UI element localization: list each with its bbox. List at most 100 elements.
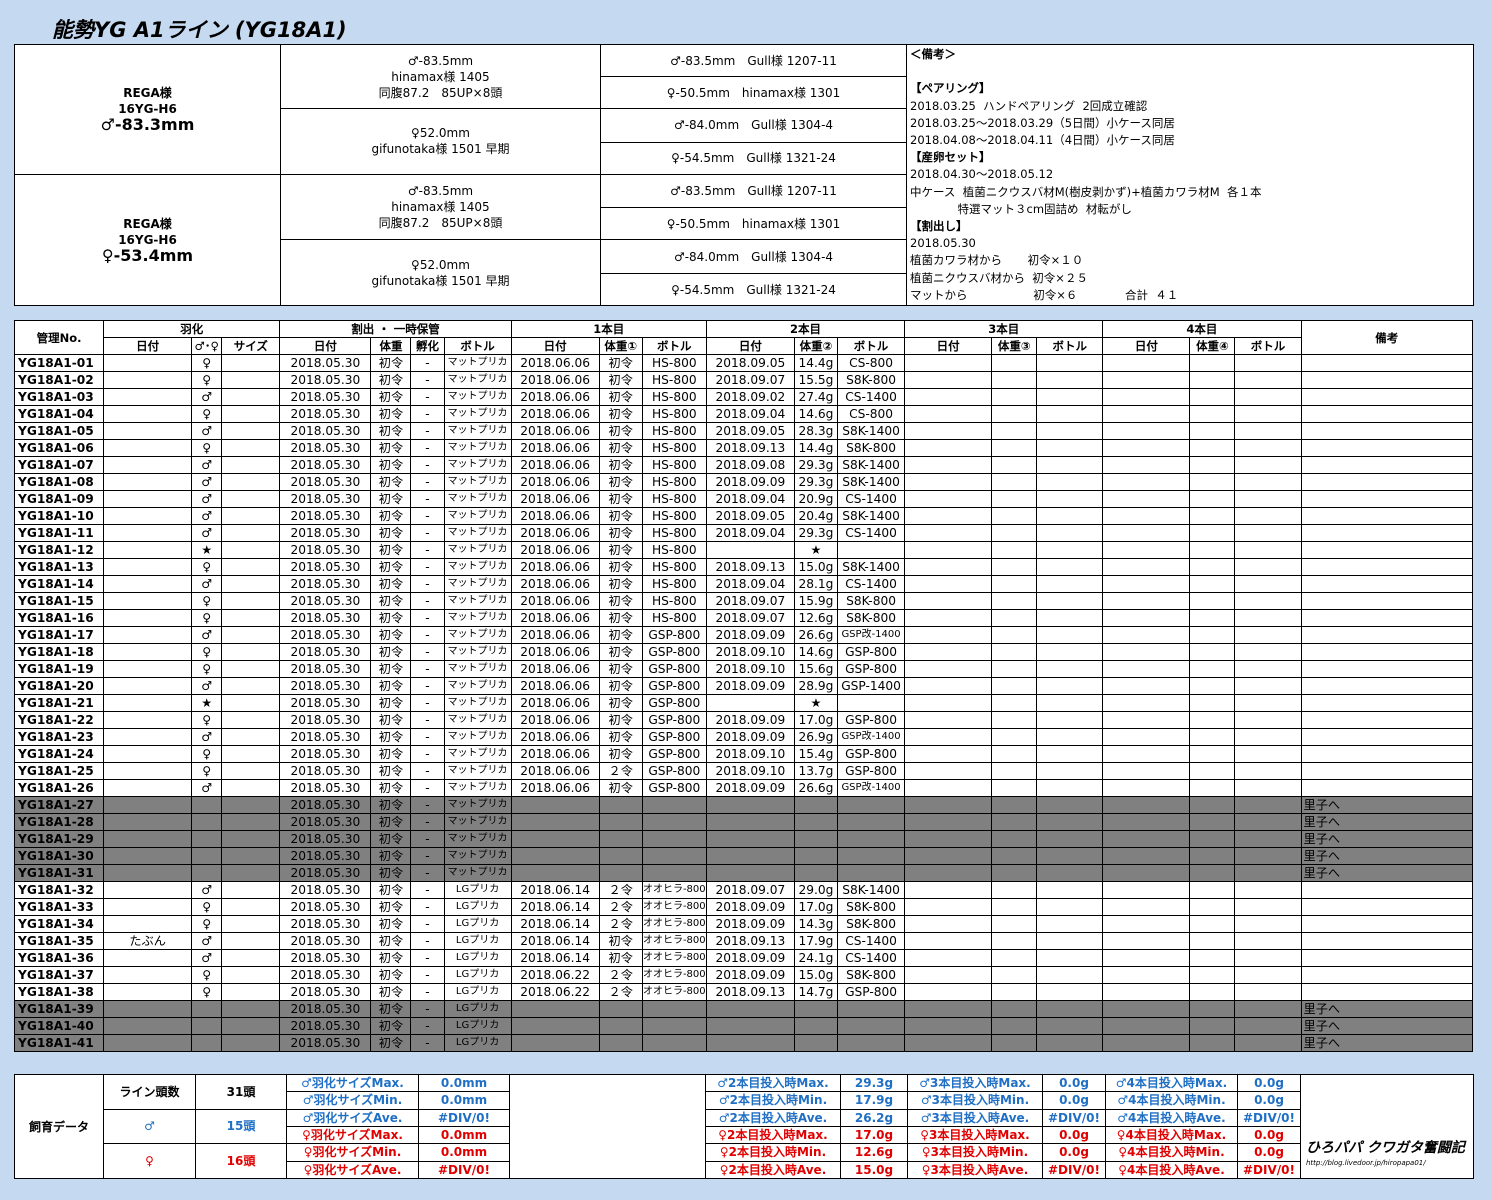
split-weight: 初令 <box>370 983 412 1001</box>
bottle2-weight: 20.9g <box>793 490 839 508</box>
empty-cell <box>991 660 1038 678</box>
row-id: YG18A1-38 <box>13 983 105 1001</box>
emergence-size <box>221 745 281 763</box>
stat-value: #DIV/0! <box>418 1160 510 1180</box>
bottle1-type: オオヒラ-800 <box>641 898 707 916</box>
bottle1-date <box>510 847 600 865</box>
bottle1-weight: ２令 <box>598 898 643 916</box>
empty-cell <box>1189 728 1236 746</box>
split-date: 2018.05.30 <box>279 966 372 984</box>
empty-cell <box>1189 762 1236 780</box>
bottle2-date: 2018.09.04 <box>705 405 795 423</box>
bottle2-weight: 17.0g <box>793 711 839 729</box>
split-weight: 初令 <box>370 762 412 780</box>
emergence-date <box>103 388 193 406</box>
bottle2-weight: 14.6g <box>793 405 839 423</box>
table-row: YG18A1-04 ♀ 2018.05.30 初令 - マットプリカ 2018.06.06 初… <box>13 405 1474 423</box>
sex: ♂ <box>191 677 223 695</box>
bottle1-date: 2018.06.06 <box>510 575 600 593</box>
row-remark <box>1300 541 1474 559</box>
bottle2-type: GSP-800 <box>836 660 906 678</box>
split-date: 2018.05.30 <box>279 456 372 474</box>
empty-cell <box>904 847 993 865</box>
row-remark <box>1300 677 1474 695</box>
sex: ♂ <box>191 507 223 525</box>
row-remark <box>1300 932 1474 950</box>
emergence-size <box>221 762 281 780</box>
stat-value: 29.3g <box>840 1073 908 1093</box>
row-id: YG18A1-40 <box>13 1017 105 1035</box>
split-bottle: マットプリカ <box>443 541 512 559</box>
split-bottle: マットプリカ <box>443 405 512 423</box>
parent-size: ♀-53.4mm <box>101 245 194 265</box>
note-line: 2018.03.25 ハンドペアリング 2回成立確認 <box>910 98 1148 113</box>
empty-cell <box>1234 779 1302 797</box>
table-row: YG18A1-33 ♀ 2018.05.30 初令 - LGプリカ 2018.06.14 ２令… <box>13 898 1474 916</box>
empty-cell <box>1234 728 1302 746</box>
split-weight: 初令 <box>370 881 412 899</box>
bottle2-weight: 15.5g <box>793 371 839 389</box>
bottle1-type: HS-800 <box>641 473 707 491</box>
empty-cell <box>1102 779 1191 797</box>
row-remark: 里子へ <box>1300 796 1474 814</box>
split-weight: 初令 <box>370 915 412 933</box>
empty-cell <box>1036 796 1104 814</box>
empty-cell <box>1102 558 1191 576</box>
bottle1-weight: 初令 <box>598 558 643 576</box>
empty-cell <box>904 371 993 389</box>
bottle1-weight: 初令 <box>598 388 643 406</box>
bottle2-weight: 20.4g <box>793 507 839 525</box>
sex: ♂ <box>191 728 223 746</box>
empty-cell <box>509 1074 706 1179</box>
bottle2-weight: 26.6g <box>793 779 839 797</box>
bottle2-type <box>836 1034 906 1052</box>
empty-cell <box>1102 745 1191 763</box>
row-id: YG18A1-04 <box>13 405 105 423</box>
bottle2-type: CS-1400 <box>836 524 906 542</box>
empty-cell <box>991 881 1038 899</box>
sex: ♀ <box>191 609 223 627</box>
empty-cell <box>904 932 993 950</box>
bottle1-weight: 初令 <box>598 660 643 678</box>
split-date: 2018.05.30 <box>279 694 372 712</box>
empty-cell <box>1036 507 1104 525</box>
split-weight: 初令 <box>370 694 412 712</box>
bottle1-type: HS-800 <box>641 507 707 525</box>
empty-cell <box>904 966 993 984</box>
parent-owner: REGA様 <box>123 86 172 101</box>
row-remark <box>1300 881 1474 899</box>
sex <box>191 1000 223 1018</box>
hatch: - <box>410 1000 445 1018</box>
split-date: 2018.05.30 <box>279 677 372 695</box>
bottle2-type: CS-1400 <box>836 575 906 593</box>
sex: ♀ <box>191 660 223 678</box>
emergence-date <box>103 881 193 899</box>
empty-cell <box>991 711 1038 729</box>
bottle1-type <box>641 864 707 882</box>
split-bottle: LGプリカ <box>443 966 512 984</box>
great-grandparent-cell: ♂-83.5mm Gull様 1207-11 <box>600 173 907 209</box>
table-row: YG18A1-20 ♂ 2018.05.30 初令 - マットプリカ 2018.06.06 初… <box>13 677 1474 695</box>
empty-cell <box>1189 422 1236 440</box>
sex: ♀ <box>191 983 223 1001</box>
bottle2-date: 2018.09.07 <box>705 609 795 627</box>
empty-cell <box>1234 439 1302 457</box>
bottle2-weight: 12.6g <box>793 609 839 627</box>
table-row: YG18A1-22 ♀ 2018.05.30 初令 - マットプリカ 2018.06.06 初… <box>13 711 1474 729</box>
bottle1-type: オオヒラ-800 <box>641 932 707 950</box>
great-grandparent-cell: ♀-50.5mm hinamax様 1301 <box>600 207 907 241</box>
split-bottle: マットプリカ <box>443 558 512 576</box>
stat-label: ♂羽化サイズMax. <box>286 1073 419 1093</box>
empty-cell <box>1036 915 1104 933</box>
bottle1-weight: 初令 <box>598 422 643 440</box>
empty-cell <box>904 524 993 542</box>
bottle1-weight <box>598 1017 643 1035</box>
empty-cell <box>991 966 1038 984</box>
grandparent-male-cell: ♂-83.5mm hinamax様 1405 同腹87.2 85UP×8頭 <box>280 44 601 109</box>
bottle2-type: GSP-800 <box>836 745 906 763</box>
emergence-size <box>221 422 281 440</box>
header-weight-3: 体重③ <box>991 337 1038 355</box>
empty-cell <box>1189 626 1236 644</box>
table-row: YG18A1-36 ♂ 2018.05.30 初令 - LGプリカ 2018.06.14 初令… <box>13 949 1474 967</box>
row-id: YG18A1-31 <box>13 864 105 882</box>
